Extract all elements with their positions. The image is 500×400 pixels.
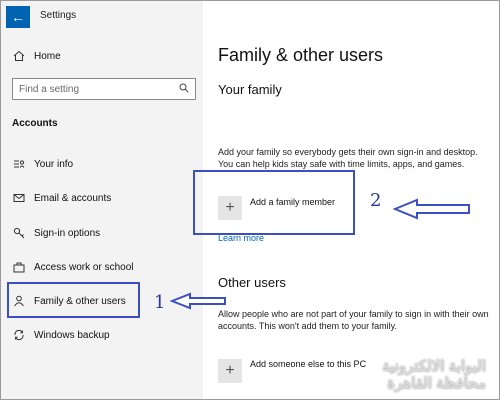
image-frame <box>0 0 500 400</box>
